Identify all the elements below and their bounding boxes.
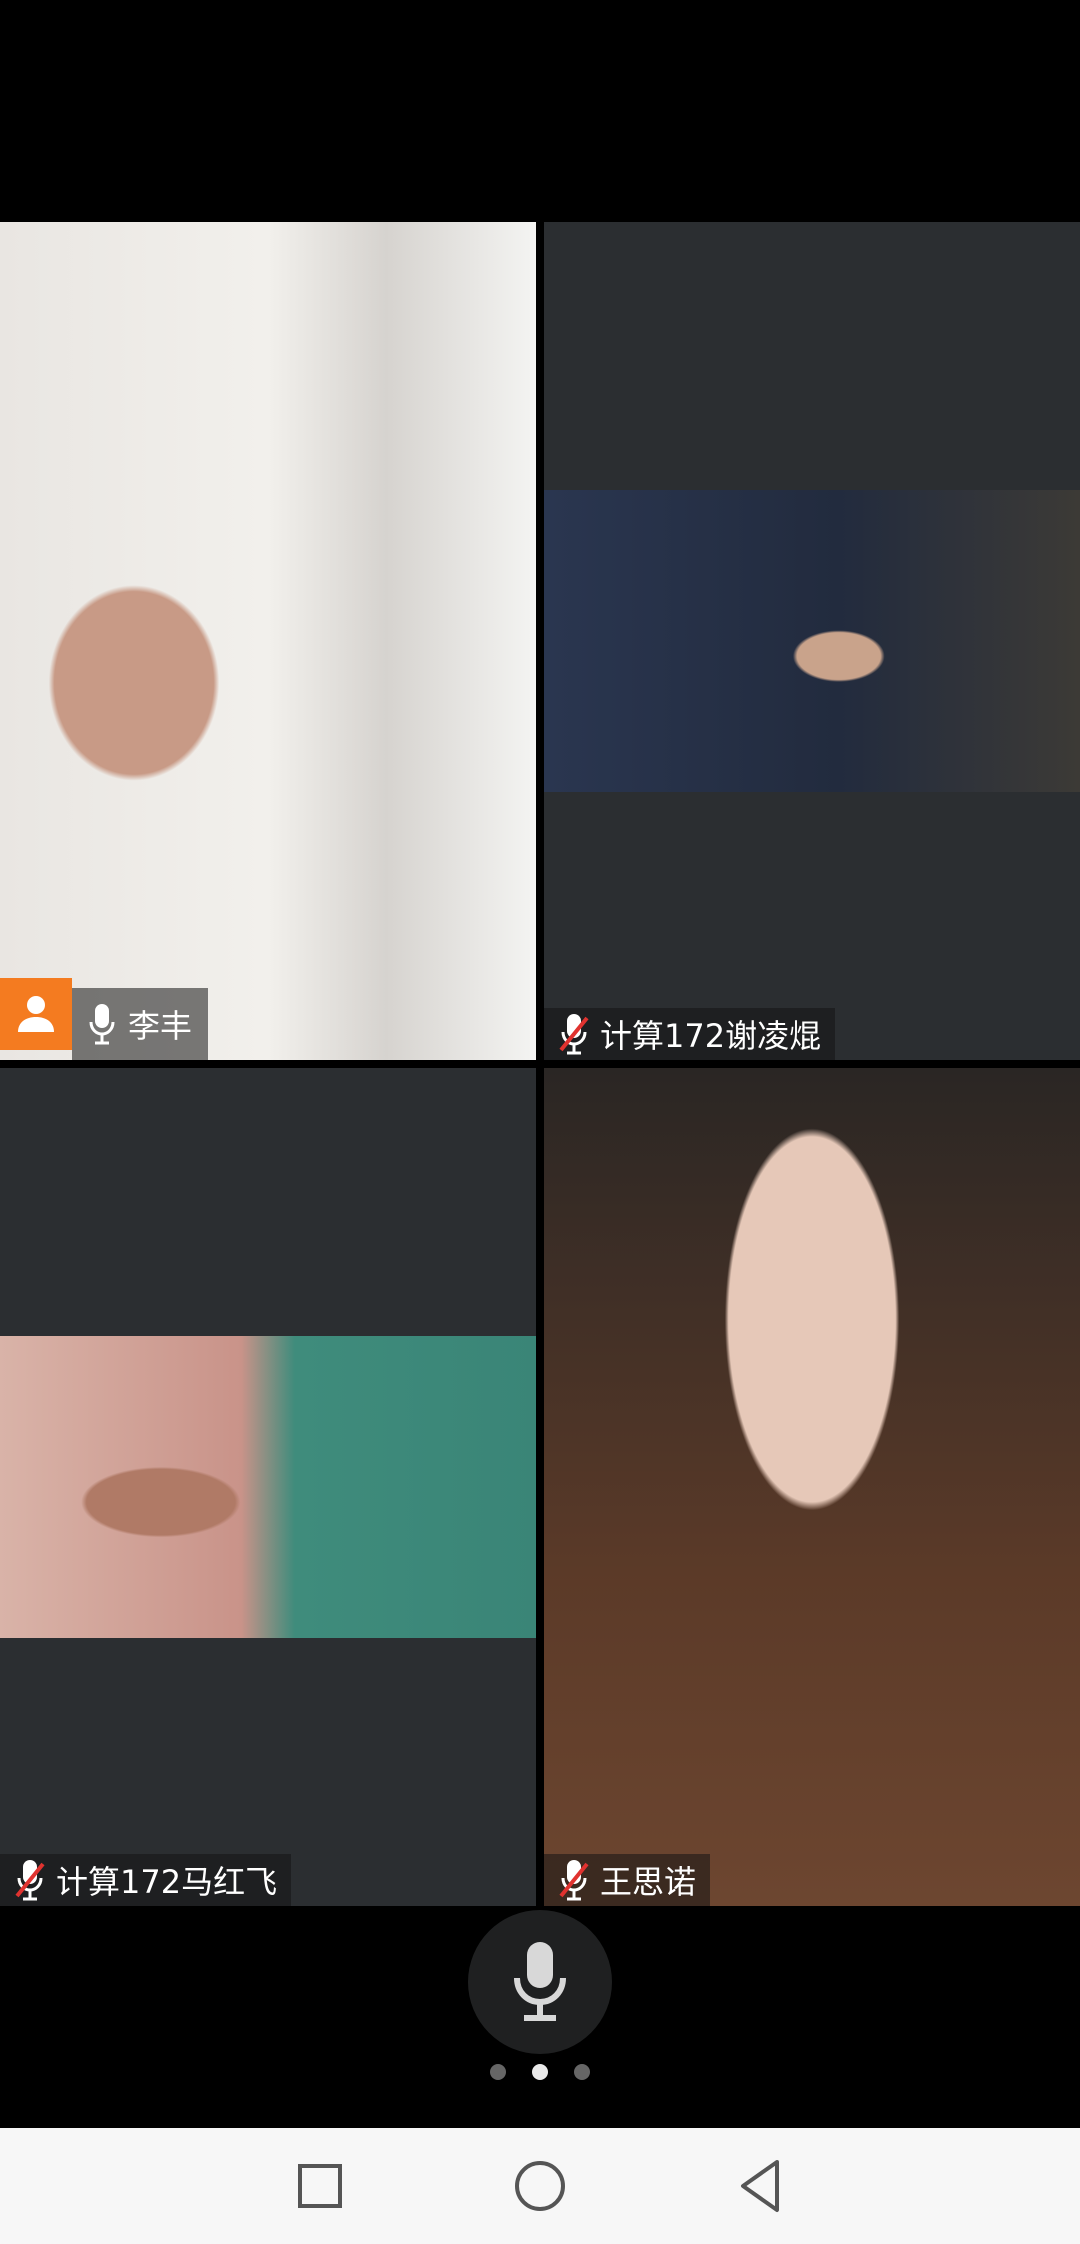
- microphone-icon: [514, 1942, 566, 2021]
- participant-name: 计算172马红飞: [56, 1863, 278, 1901]
- participant-video: [0, 222, 536, 1060]
- page-dot[interactable]: [574, 2064, 590, 2080]
- system-nav-bar: [0, 2128, 1080, 2244]
- home-icon[interactable]: [500, 2146, 580, 2226]
- microphone-muted-icon: [554, 1008, 594, 1060]
- participant-label: 李丰: [0, 978, 222, 1060]
- video-grid: 李丰 计算172谢凌焜 计算172马红飞 王思诺: [0, 222, 1080, 1906]
- participant-tile[interactable]: 王思诺: [544, 1068, 1080, 1906]
- participant-name: 计算172谢凌焜: [600, 1017, 822, 1055]
- participant-video: [544, 490, 1080, 792]
- participant-tile[interactable]: 李丰: [0, 222, 536, 1060]
- participant-label: 计算172谢凌焜: [544, 1008, 836, 1060]
- recent-apps-icon[interactable]: [280, 2146, 360, 2226]
- back-icon[interactable]: [720, 2146, 800, 2226]
- microphone-muted-icon: [10, 1854, 50, 1906]
- participant-label: 王思诺: [544, 1854, 711, 1906]
- page-dot[interactable]: [490, 2064, 506, 2080]
- participant-video: [0, 1336, 536, 1638]
- microphone-button[interactable]: [468, 1910, 612, 2054]
- page-dot-active[interactable]: [532, 2064, 548, 2080]
- microphone-icon: [82, 998, 122, 1050]
- participant-label: 计算172马红飞: [0, 1854, 292, 1906]
- participant-tile[interactable]: 计算172谢凌焜: [544, 222, 1080, 1060]
- participant-name: 王思诺: [600, 1863, 697, 1901]
- page-indicator: [0, 2064, 1080, 2080]
- microphone-muted-icon: [554, 1854, 594, 1906]
- participant-video: [544, 1068, 1080, 1906]
- participant-name: 李丰: [128, 1007, 193, 1045]
- host-badge-icon: [0, 978, 72, 1050]
- participant-tile[interactable]: 计算172马红飞: [0, 1068, 536, 1906]
